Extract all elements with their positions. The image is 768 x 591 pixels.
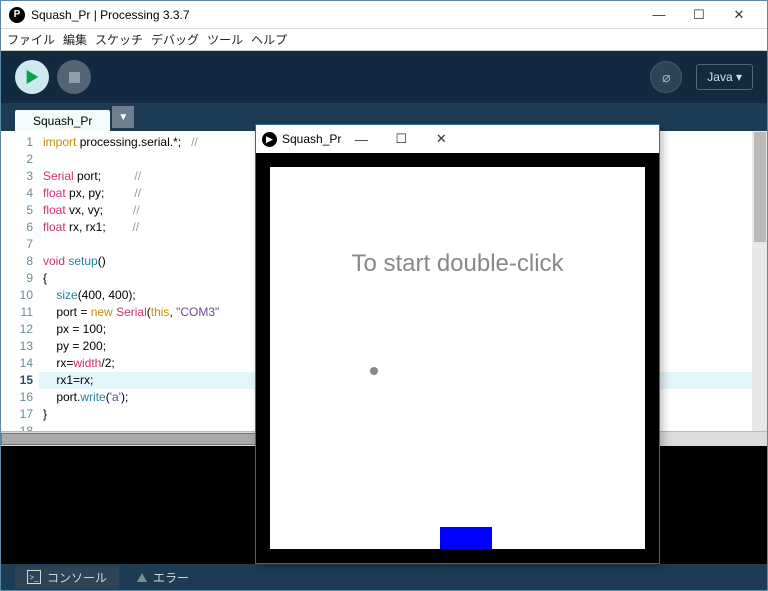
menu-デバッグ[interactable]: デバッグ [151,31,199,48]
tab-active[interactable]: Squash_Pr [15,110,110,131]
mode-label: Java ▾ [707,70,742,84]
minimize-button[interactable]: — [639,3,679,27]
menubar: ファイル編集スケッチデバッグツールヘルプ [1,29,767,51]
code-line [43,423,752,431]
line-number: 14 [1,355,33,372]
errors-tab[interactable]: エラー [125,566,201,589]
code-line: { [43,270,752,287]
line-number: 8 [1,253,33,270]
line-number: 9 [1,270,33,287]
code-line: px = 100; [43,321,752,338]
app-icon: P [9,7,25,23]
line-number: 13 [1,338,33,355]
line-number: 18 [1,423,33,431]
line-number: 10 [1,287,33,304]
menu-ヘルプ[interactable]: ヘルプ [251,31,287,48]
mode-selector[interactable]: Java ▾ [696,64,753,90]
line-number: 15 [1,372,33,389]
maximize-button[interactable]: ☐ [679,3,719,27]
run-button[interactable] [15,60,49,94]
stop-button[interactable] [57,60,91,94]
line-number: 4 [1,185,33,202]
line-number: 6 [1,219,33,236]
scrollbar-thumb[interactable] [754,132,766,242]
code-line: Serial port; // [43,168,752,185]
line-number: 7 [1,236,33,253]
console-tab[interactable]: >_ コンソール [15,566,119,589]
window-title: Squash_Pr | Processing 3.3.7 [31,8,190,22]
line-number: 17 [1,406,33,423]
line-gutter: 1234567891011121314151617181920212223 [1,131,39,431]
vertical-scrollbar[interactable] [752,131,767,431]
toolbar: ⌀ Java ▾ [1,51,767,103]
code-line: float px, py; // [43,185,752,202]
code-line: port.write('a'); [43,389,752,406]
line-number: 5 [1,202,33,219]
code-line [43,236,752,253]
editor-area: 1234567891011121314151617181920212223 im… [1,131,767,431]
line-number: 3 [1,168,33,185]
warning-icon [137,573,147,582]
code-line: port = new Serial(this, "COM3" [43,304,752,321]
paddle [440,527,492,549]
code-line: rx=width/2; [43,355,752,372]
code-line: float rx, rx1; // [43,219,752,236]
code-line: void setup() [43,253,752,270]
code-line: import processing.serial.*; // [43,134,752,151]
code-line [43,151,752,168]
close-button[interactable]: ✕ [719,3,759,27]
code-line: float vx, vy; // [43,202,752,219]
tab-menu-button[interactable]: ▼ [112,106,134,128]
code-line: } [43,406,752,423]
code-line: py = 200; [43,338,752,355]
line-number: 2 [1,151,33,168]
line-number: 11 [1,304,33,321]
debug-button[interactable]: ⌀ [650,61,682,93]
console-icon: >_ [27,570,41,584]
code-editor[interactable]: import processing.serial.*; // Serial po… [39,131,752,431]
statusbar: >_ コンソール エラー [1,564,767,590]
line-number: 12 [1,321,33,338]
titlebar: P Squash_Pr | Processing 3.3.7 — ☐ ✕ [1,1,767,29]
line-number: 16 [1,389,33,406]
menu-編集[interactable]: 編集 [63,31,87,48]
console-label: コンソール [47,569,107,586]
errors-label: エラー [153,569,189,586]
menu-ツール[interactable]: ツール [207,31,243,48]
code-line: rx1=rx; [43,372,752,389]
menu-スケッチ[interactable]: スケッチ [95,31,143,48]
code-line: size(400, 400); [43,287,752,304]
line-number: 1 [1,134,33,151]
menu-ファイル[interactable]: ファイル [7,31,55,48]
